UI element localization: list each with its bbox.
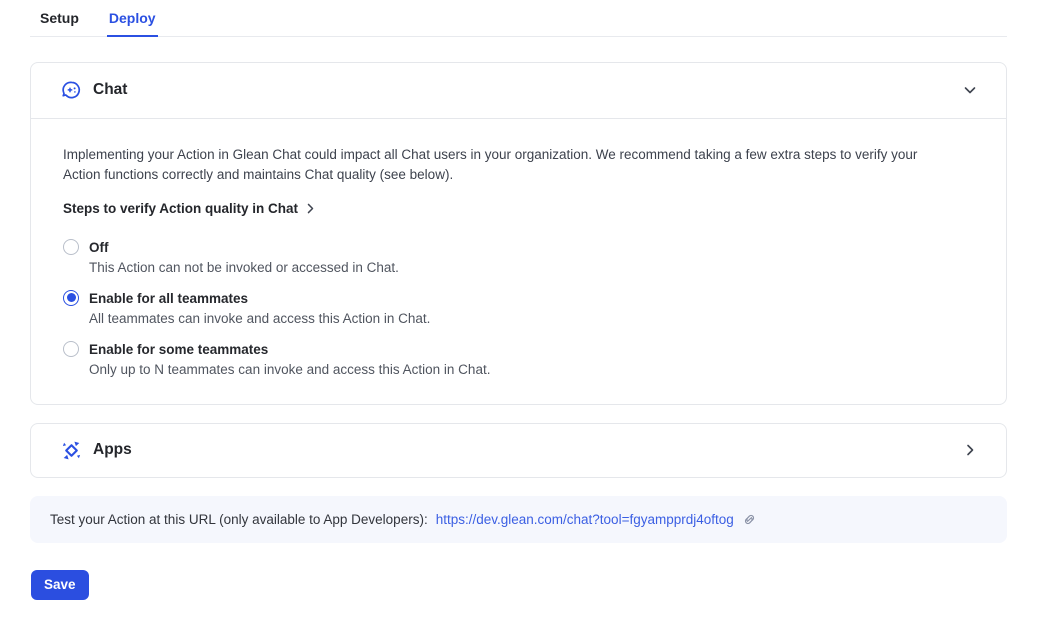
apps-section-card: Apps xyxy=(30,423,1007,478)
chat-section-title: Chat xyxy=(93,81,951,99)
test-url-label: Test your Action at this URL (only avail… xyxy=(50,512,428,527)
radio-description: This Action can not be invoked or access… xyxy=(89,258,399,278)
radio-option-off[interactable]: Off This Action can not be invoked or ac… xyxy=(63,238,966,278)
steps-to-verify-label: Steps to verify Action quality in Chat xyxy=(63,201,298,216)
radio-label: Enable for some teammates xyxy=(89,340,490,359)
chevron-down-icon[interactable] xyxy=(962,82,978,98)
radio-option-enable-some[interactable]: Enable for some teammates Only up to N t… xyxy=(63,340,966,380)
tab-setup[interactable]: Setup xyxy=(38,6,81,37)
radio-option-enable-all[interactable]: Enable for all teammates All teammates c… xyxy=(63,289,966,329)
chat-section-card: Chat Implementing your Action in Glean C… xyxy=(30,62,1007,405)
apps-section-header[interactable]: Apps xyxy=(31,424,1006,477)
radio-button[interactable] xyxy=(63,341,79,357)
tab-bar: Setup Deploy xyxy=(30,6,1007,37)
chat-impact-description: Implementing your Action in Glean Chat c… xyxy=(63,145,943,185)
chevron-right-icon xyxy=(304,202,317,215)
test-url-banner: Test your Action at this URL (only avail… xyxy=(30,496,1007,543)
radio-description: Only up to N teammates can invoke and ac… xyxy=(89,360,490,380)
radio-label: Off xyxy=(89,238,399,257)
save-button[interactable]: Save xyxy=(31,570,89,601)
deploy-page: Setup Deploy Chat Implementing your Act xyxy=(0,6,1043,600)
link-icon[interactable] xyxy=(742,512,757,527)
tab-deploy[interactable]: Deploy xyxy=(107,6,158,37)
radio-button[interactable] xyxy=(63,239,79,255)
radio-label: Enable for all teammates xyxy=(89,289,430,308)
chat-section-body: Implementing your Action in Glean Chat c… xyxy=(31,119,1006,404)
test-url-link[interactable]: https://dev.glean.com/chat?tool=fgyamppr… xyxy=(436,512,734,527)
apps-sparkle-icon xyxy=(61,440,82,461)
chevron-right-icon[interactable] xyxy=(962,442,978,458)
chat-sparkle-icon xyxy=(61,80,82,101)
apps-section-title: Apps xyxy=(93,441,951,459)
radio-button[interactable] xyxy=(63,290,79,306)
radio-description: All teammates can invoke and access this… xyxy=(89,309,430,329)
chat-section-header[interactable]: Chat xyxy=(31,63,1006,119)
steps-to-verify-link[interactable]: Steps to verify Action quality in Chat xyxy=(63,201,317,216)
chat-access-radio-group: Off This Action can not be invoked or ac… xyxy=(63,238,966,380)
